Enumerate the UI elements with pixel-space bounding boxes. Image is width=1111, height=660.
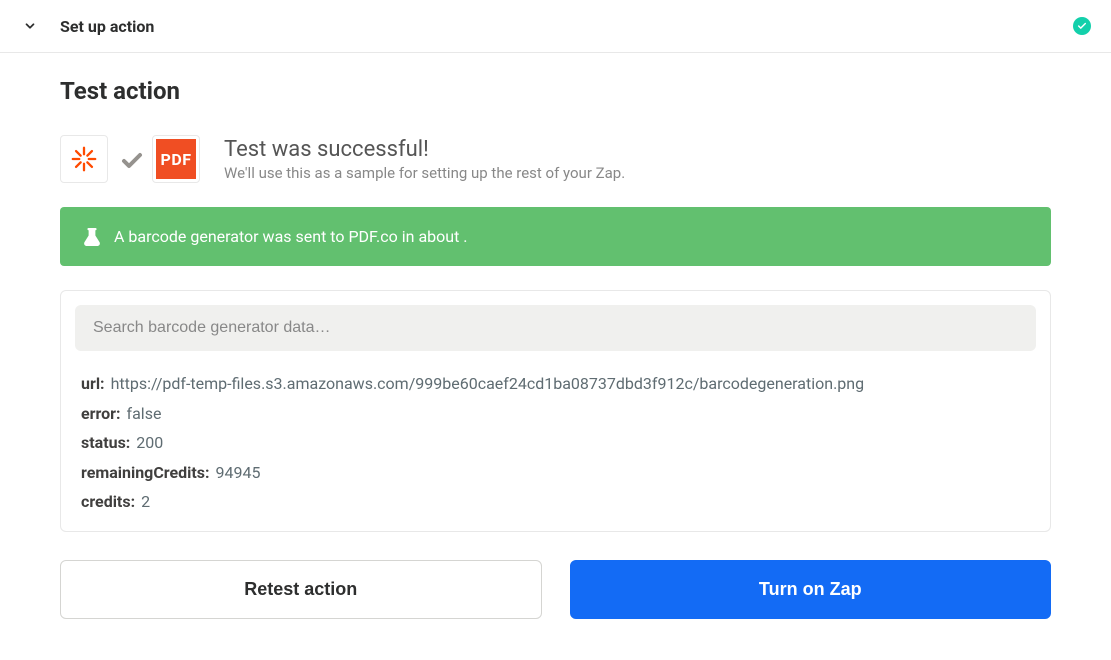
banner-text: A barcode generator was sent to PDF.co i… [114, 227, 468, 246]
result-heading: Test was successful! [224, 137, 625, 162]
button-row: Retest action Turn on Zap [60, 560, 1051, 619]
response-key: error: [81, 399, 121, 429]
response-value: 2 [141, 487, 150, 517]
test-result-row: PDF Test was successful! We'll use this … [60, 135, 1051, 183]
search-input[interactable] [75, 305, 1036, 351]
flask-icon [84, 228, 100, 246]
response-row: url: https://pdf-temp-files.s3.amazonaws… [81, 369, 1030, 399]
response-key: status: [81, 428, 130, 458]
retest-button[interactable]: Retest action [60, 560, 542, 619]
response-value: https://pdf-temp-files.s3.amazonaws.com/… [111, 369, 865, 399]
response-key: credits: [81, 487, 135, 517]
response-row: error: false [81, 399, 1030, 429]
response-row: credits: 2 [81, 487, 1030, 517]
chevron-down-icon[interactable] [20, 16, 40, 36]
section-title: Test action [60, 77, 1051, 105]
response-value: 200 [136, 428, 163, 458]
response-key: url: [81, 369, 105, 399]
response-value: false [127, 399, 162, 429]
response-list: url: https://pdf-temp-files.s3.amazonaws… [75, 369, 1036, 517]
result-subheading: We'll use this as a sample for setting u… [224, 164, 625, 182]
content-area: Test action PDF Test w [0, 53, 1111, 639]
response-value: 94945 [216, 458, 261, 488]
check-icon [120, 149, 140, 169]
response-row: remainingCredits: 94945 [81, 458, 1030, 488]
data-panel: url: https://pdf-temp-files.s3.amazonaws… [60, 290, 1051, 532]
zapier-icon [60, 135, 108, 183]
pdf-label: PDF [156, 139, 196, 179]
step-title: Set up action [60, 17, 154, 36]
response-row: status: 200 [81, 428, 1030, 458]
turn-on-zap-button[interactable]: Turn on Zap [570, 560, 1052, 619]
success-banner: A barcode generator was sent to PDF.co i… [60, 207, 1051, 266]
result-text: Test was successful! We'll use this as a… [224, 137, 625, 182]
response-key: remainingCredits: [81, 458, 210, 488]
step-header: Set up action [0, 0, 1111, 53]
check-circle-icon [1073, 17, 1091, 35]
pdfco-icon: PDF [152, 135, 200, 183]
